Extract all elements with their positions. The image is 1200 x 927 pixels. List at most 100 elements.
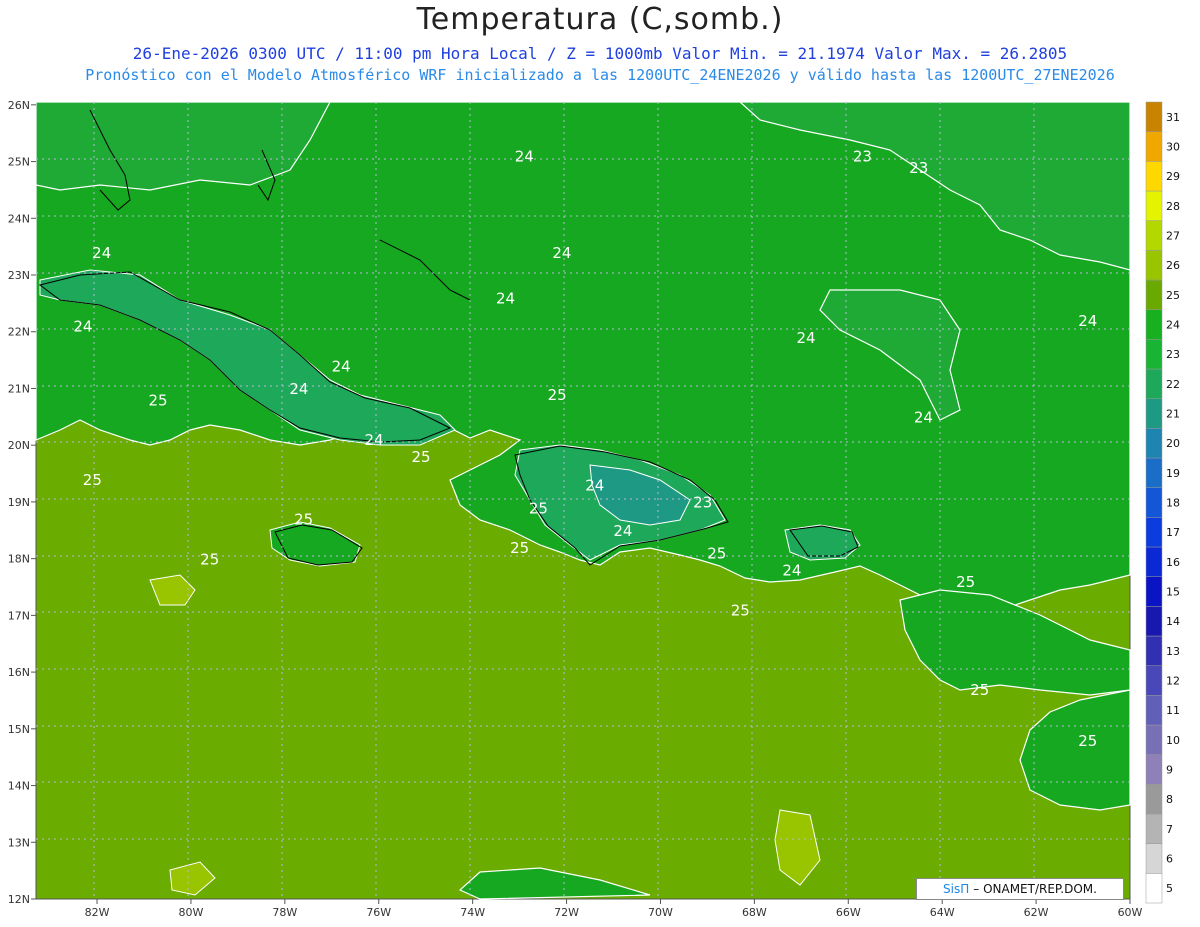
colorbar-label: 6 <box>1166 853 1173 866</box>
contour-label: 24 <box>1078 312 1097 330</box>
contour-label: 24 <box>914 409 933 427</box>
contour-label: 24 <box>365 431 384 449</box>
colorbar-label: 30 <box>1166 141 1180 154</box>
lat-tick-label: 15N <box>8 723 30 736</box>
contour-label: 24 <box>73 318 92 336</box>
lat-tick-label: 26N <box>8 99 30 112</box>
credit-brand: SisΠ <box>943 882 970 896</box>
colorbar-swatch <box>1145 279 1163 310</box>
colorbar-label: 22 <box>1166 378 1180 391</box>
forecast-map: 24 23 23 24 24 24 24 24 24 24 24 25 25 24 25 24 25 24 23 25… <box>8 99 1180 919</box>
contour-label: 25 <box>731 601 750 619</box>
colorbar-swatch <box>1145 635 1163 666</box>
credit-text: – ONAMET/REP.DOM. <box>973 882 1097 896</box>
lat-tick-label: 23N <box>8 269 30 282</box>
contour-label: 25 <box>149 391 168 409</box>
colorbar-swatch <box>1145 309 1163 340</box>
lat-tick-label: 21N <box>8 382 30 395</box>
colorbar-label: 25 <box>1166 289 1180 302</box>
contour-label: 24 <box>332 357 351 375</box>
colorbar: 5 6 7 8 9 10 11 12 13 14 15 16 17 18 19 20 21 22 23 24 25 26 2… <box>1145 101 1180 904</box>
lon-tick-label: 70W <box>648 906 673 919</box>
colorbar-label: 18 <box>1166 497 1180 510</box>
colorbar-swatch <box>1145 220 1163 251</box>
model-info-line: Pronóstico con el Modelo Atmosférico WRF… <box>85 66 1115 84</box>
longitude-ticks: 82W 80W 78W 76W 74W 72W 70W 68W 66W 64W 62W 60W <box>85 899 1143 919</box>
colorbar-swatch <box>1145 428 1163 459</box>
lat-tick-label: 13N <box>8 836 30 849</box>
contour-label: 25 <box>510 539 529 557</box>
latitude-ticks: 26N 25N 24N 23N 22N 21N 20N 19N 18N 17N 16N 15N 14N 1… <box>8 99 36 906</box>
colorbar-label: 10 <box>1166 734 1180 747</box>
contour-label: 24 <box>552 244 571 262</box>
credit-box: SisΠ – ONAMET/REP.DOM. <box>916 878 1124 900</box>
lon-tick-label: 76W <box>366 906 391 919</box>
colorbar-label: 9 <box>1166 764 1173 777</box>
colorbar-label: 27 <box>1166 230 1180 243</box>
valid-time-line: 26-Ene-2026 0300 UTC / 11:00 pm Hora Loc… <box>132 44 1068 63</box>
contour-label: 23 <box>909 159 928 177</box>
contour-label: 24 <box>496 289 515 307</box>
colorbar-swatch <box>1145 101 1163 132</box>
contour-label: 25 <box>529 499 548 517</box>
colorbar-label: 31 <box>1166 111 1180 124</box>
temperature-zone-22-puertorico <box>784 524 861 561</box>
lon-tick-label: 80W <box>179 906 204 919</box>
colorbar-label: 24 <box>1166 319 1180 332</box>
lon-tick-label: 78W <box>272 906 297 919</box>
colorbar-label: 29 <box>1166 170 1180 183</box>
colorbar-swatch <box>1145 784 1163 815</box>
contour-label: 25 <box>83 471 102 489</box>
colorbar-label: 16 <box>1166 556 1180 569</box>
colorbar-swatch <box>1145 190 1163 221</box>
contour-label: 25 <box>548 386 567 404</box>
contour-label: 24 <box>782 562 801 580</box>
colorbar-swatch <box>1145 339 1163 370</box>
colorbar-label: 19 <box>1166 467 1180 480</box>
lat-tick-label: 19N <box>8 496 30 509</box>
lon-tick-label: 60W <box>1118 906 1143 919</box>
colorbar-swatch <box>1145 754 1163 785</box>
colorbar-label: 7 <box>1166 823 1173 836</box>
lat-tick-label: 25N <box>8 156 30 169</box>
colorbar-swatch <box>1145 517 1163 548</box>
colorbar-swatch <box>1145 161 1163 192</box>
lat-tick-label: 24N <box>8 212 30 225</box>
colorbar-label: 20 <box>1166 437 1180 450</box>
colorbar-label: 5 <box>1166 882 1173 895</box>
colorbar-swatch <box>1145 546 1163 577</box>
colorbar-swatch <box>1145 457 1163 488</box>
colorbar-swatch <box>1145 813 1163 844</box>
colorbar-swatch <box>1145 606 1163 637</box>
lat-tick-label: 12N <box>8 893 30 906</box>
colorbar-swatch <box>1145 487 1163 518</box>
colorbar-swatch <box>1145 665 1163 696</box>
colorbar-swatch <box>1145 873 1163 904</box>
contour-label: 24 <box>92 244 111 262</box>
lat-tick-label: 16N <box>8 666 30 679</box>
lon-tick-label: 62W <box>1024 906 1049 919</box>
lon-tick-label: 64W <box>930 906 955 919</box>
contour-label: 25 <box>294 511 313 529</box>
colorbar-label: 21 <box>1166 408 1180 421</box>
colorbar-swatch <box>1145 131 1163 162</box>
colorbar-label: 8 <box>1166 793 1173 806</box>
contour-label: 24 <box>585 477 604 495</box>
colorbar-label: 14 <box>1166 615 1180 628</box>
lat-tick-label: 20N <box>8 439 30 452</box>
colorbar-label: 17 <box>1166 526 1180 539</box>
colorbar-label: 26 <box>1166 259 1180 272</box>
colorbar-label: 23 <box>1166 348 1180 361</box>
colorbar-swatch <box>1145 695 1163 726</box>
lon-tick-label: 72W <box>554 906 579 919</box>
colorbar-label: 13 <box>1166 645 1180 658</box>
contour-label: 23 <box>853 148 872 166</box>
colorbar-swatch <box>1145 250 1163 281</box>
contour-label: 23 <box>693 494 712 512</box>
colorbar-label: 12 <box>1166 675 1180 688</box>
colorbar-label: 15 <box>1166 586 1180 599</box>
lon-tick-label: 66W <box>836 906 861 919</box>
contour-label: 25 <box>1078 732 1097 750</box>
colorbar-swatch <box>1145 843 1163 874</box>
lat-tick-label: 18N <box>8 553 30 566</box>
